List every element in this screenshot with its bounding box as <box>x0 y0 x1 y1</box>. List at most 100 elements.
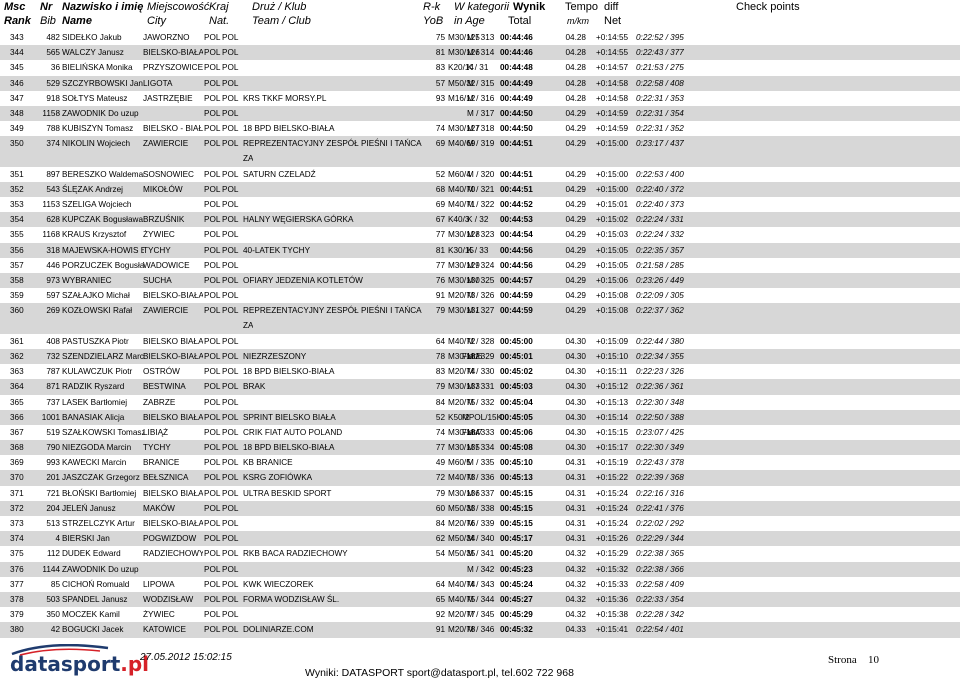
cell-name: LASEK Bartłomiej <box>62 397 128 407</box>
cell-bib: 269 <box>46 306 60 316</box>
cell-total: 00:44:56 <box>500 260 533 270</box>
cell-nat2: POL <box>222 33 239 42</box>
cell-rank: 377 <box>10 579 24 589</box>
cell-name: BŁOŃSKI Bartłomiej <box>62 488 137 498</box>
cell-city: BIELSKO-BIAŁA <box>143 291 203 301</box>
cell-nat1: POL <box>204 63 221 73</box>
cell-rank: 343 <box>10 33 24 42</box>
cell-team-line1: 18 BPD BIELSKO-BIAŁA <box>243 367 335 377</box>
cell-rank: 369 <box>10 458 24 468</box>
cell-bib: 721 <box>46 488 60 498</box>
cell-nat2: POL <box>222 503 239 513</box>
cell-name: KOZŁOWSKI Rafał <box>62 306 133 316</box>
cell-total: 00:45:15 <box>500 503 533 513</box>
cell-diff: +0:15:19 <box>596 458 629 468</box>
header-miejscowosc: Miejscowość <box>147 1 210 13</box>
table-row: 365 737 LASEK Bartłomiej ZABRZE POL POL 84 M20/… <box>0 395 960 410</box>
cell-city: BRANICE <box>143 458 180 468</box>
cell-tempo: 04.31 <box>565 488 587 498</box>
cell-rank: 354 <box>10 215 24 225</box>
cell-bib: 482 <box>46 33 60 42</box>
cell-nat2: POL <box>222 610 239 620</box>
header-msc: Msc <box>4 1 26 13</box>
cell-name: KAWECKI Marcin <box>62 458 127 468</box>
cell-nat2: POL <box>222 215 239 225</box>
cell-name: WYBRANIEC <box>62 276 112 286</box>
cell-yob: 77 <box>435 443 445 453</box>
cell-age: K / 31 <box>467 63 489 73</box>
header-druz: Druż / Klub <box>252 1 307 13</box>
cell-tempo: 04.29 <box>565 169 587 179</box>
table-row: 353 1153 SZELIGA Wojciech POL POL 69 M40/71 M /… <box>0 197 960 212</box>
cell-tempo: 04.30 <box>565 412 587 422</box>
cell-nat2: POL <box>222 93 239 103</box>
cell-age: M / 338 <box>467 503 495 513</box>
cell-city: MAKÓW <box>143 503 175 513</box>
cell-age: M / 320 <box>467 169 495 179</box>
cell-nat2: POL <box>222 336 239 346</box>
header-inage: in Age <box>454 15 485 27</box>
cell-net: 0:22:58 / 408 <box>636 78 684 88</box>
cell-total: 00:44:51 <box>500 139 533 149</box>
table-row: 349 788 KUBISZYN Tomasz BIELSKO - BIAŁA POL P… <box>0 121 960 136</box>
cell-yob: 76 <box>435 276 445 286</box>
cell-age: M / 313 <box>467 33 495 42</box>
cell-team-line1: 40-LATEK TYCHY <box>243 245 311 255</box>
table-row: 366 1001 BANASIAK Alicja BIELSKO BIAŁA POL PO… <box>0 409 960 425</box>
cell-tempo: 04.32 <box>565 594 587 604</box>
cell-rank: 366 <box>10 412 24 422</box>
cell-tempo: 04.32 <box>565 579 587 589</box>
cell-diff: +0:14:57 <box>596 63 629 73</box>
cell-diff: +0:14:58 <box>596 78 629 88</box>
cell-total: 00:45:05 <box>500 412 533 422</box>
cell-diff: +0:14:59 <box>596 108 629 118</box>
cell-total: 00:45:15 <box>500 519 533 529</box>
cell-total: 00:44:46 <box>500 48 533 58</box>
cell-city: ZAWIERCIE <box>143 306 189 316</box>
header-nat: Nat. <box>209 15 230 27</box>
cell-bib: 408 <box>46 336 60 346</box>
header-nr: Nr <box>40 1 53 13</box>
cell-tempo: 04.29 <box>565 230 587 240</box>
table-row: 354 628 KUPCZAK Bogusława BRZUŚNIK POL POL HAL… <box>0 212 960 228</box>
cell-bib: 788 <box>46 124 60 134</box>
cell-nat2: POL <box>222 549 239 559</box>
cell-net: 0:22:44 / 380 <box>636 336 684 346</box>
cell-team: 40-LATEK TYCHY <box>243 243 453 258</box>
cell-age: M / 333 <box>467 427 495 437</box>
cell-yob: 83 <box>435 367 445 377</box>
cell-yob: 69 <box>435 200 445 210</box>
cell-total: 00:44:51 <box>500 184 533 194</box>
cell-rank: 358 <box>10 276 24 286</box>
cell-nat1: POL <box>204 260 221 270</box>
cell-rank: 368 <box>10 443 24 453</box>
cell-tempo: 04.31 <box>565 458 587 468</box>
cell-team-line1: SATURN CZELADŹ <box>243 169 316 179</box>
cell-nat2: POL <box>222 276 239 286</box>
cell-rank: 365 <box>10 397 24 407</box>
header-yob: YoB <box>423 15 444 27</box>
cell-name: NIKOLIN Wojciech <box>62 139 131 149</box>
cell-nat2: POL <box>222 367 239 377</box>
cell-total: 00:45:13 <box>500 473 533 483</box>
cell-diff: +0:15:05 <box>596 245 629 255</box>
cell-net: 0:22:38 / 366 <box>636 564 684 574</box>
cell-bib: 993 <box>46 458 60 468</box>
cell-bib: 201 <box>46 473 60 483</box>
cell-rank: 375 <box>10 549 24 559</box>
cell-total: 00:45:32 <box>500 625 533 635</box>
cell-nat1: POL <box>204 215 221 225</box>
cell-nat1: POL <box>204 443 221 453</box>
cell-city: SOSNOWIEC <box>143 169 194 179</box>
cell-yob: 64 <box>435 336 445 346</box>
table-row: 361 408 PASTUSZKA Piotr BIELSKO BIAŁA POL POL… <box>0 334 960 349</box>
cell-name: MAJEWSKA-HOWIS Ewelina <box>62 245 144 255</box>
cell-name: WALCZY Janusz <box>62 48 124 58</box>
table-row: 377 85 CICHOŃ Romuald LIPOWA POL POL KWK WIECZ… <box>0 577 960 592</box>
cell-rank: 345 <box>10 63 24 73</box>
cell-nat1: POL <box>204 93 221 103</box>
cell-diff: +0:14:58 <box>596 93 629 103</box>
page-footer: datasport.pl 27.05.2012 15:02:15 Wyniki:… <box>0 640 960 682</box>
header-wkat: W kategorii <box>454 1 510 13</box>
cell-nat1: POL <box>204 564 221 574</box>
